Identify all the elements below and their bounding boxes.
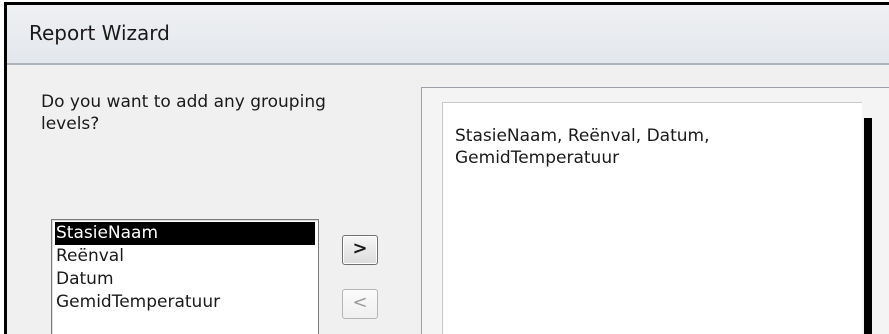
available-fields-list[interactable]: StasieNaam Reënval Datum GemidTemperatuu… (51, 219, 319, 334)
field-item-reenval[interactable]: Reënval (52, 245, 318, 268)
remove-grouping-button[interactable]: < (342, 289, 378, 319)
title-bar[interactable]: Report Wizard (7, 5, 889, 65)
field-item-datum[interactable]: Datum (52, 268, 318, 291)
add-grouping-button[interactable]: > (342, 235, 378, 265)
field-item-stasienaam[interactable]: StasieNaam (55, 222, 315, 245)
preview-page-shadow (864, 118, 872, 334)
report-wizard-window: Report Wizard Do you want to add any gro… (4, 2, 889, 334)
grouping-preview-text: StasieNaam, Reënval, Datum, GemidTempera… (455, 126, 710, 168)
grouping-preview-page: StasieNaam, Reënval, Datum, GemidTempera… (442, 102, 862, 334)
wizard-body: Do you want to add any grouping levels? … (7, 67, 889, 334)
grouping-preview-panel: StasieNaam, Reënval, Datum, GemidTempera… (421, 87, 889, 334)
window-title: Report Wizard (29, 21, 170, 45)
field-item-gemidtemperatuur[interactable]: GemidTemperatuur (52, 291, 318, 314)
grouping-question: Do you want to add any grouping levels? (41, 92, 326, 134)
